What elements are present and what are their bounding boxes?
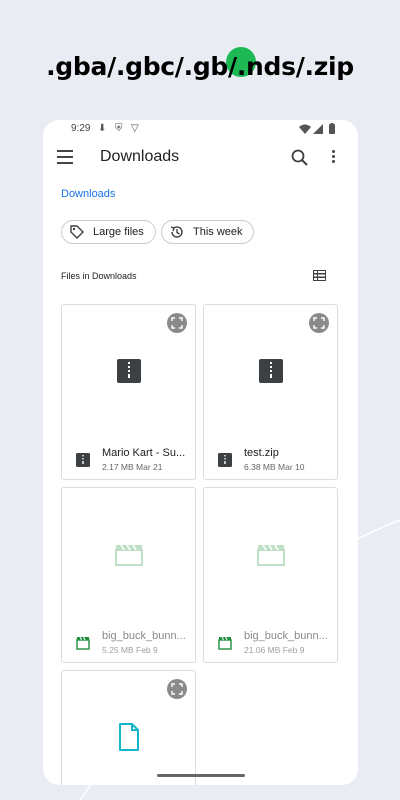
more-options-icon[interactable] (331, 150, 337, 166)
status-bar: 9:29 ⬇ ⛨ ▽ (43, 120, 358, 138)
breadcrumb[interactable]: Downloads (61, 188, 115, 200)
file-name: test.zip (244, 447, 279, 459)
video-file-icon (218, 636, 232, 650)
file-card[interactable]: test.zip 6.38 MB Mar 10 (203, 304, 338, 480)
shield-status-icon: ⛨ (115, 123, 123, 134)
expand-icon[interactable] (167, 679, 187, 699)
headline: .gba/.gbc/.gb/.nds/.zip (46, 52, 354, 81)
list-view-icon[interactable] (313, 270, 326, 281)
app-bar: Downloads (43, 138, 358, 178)
video-file-icon (114, 544, 143, 566)
video-file-icon (76, 636, 90, 650)
search-icon[interactable] (290, 148, 310, 168)
phone-screen: 9:29 ⬇ ⛨ ▽ Downloads Downloads Large fil… (43, 120, 358, 785)
home-indicator[interactable] (157, 774, 245, 777)
file-name: Mario Kart - Su... (102, 447, 186, 459)
file-meta: 6.38 MB Mar 10 (244, 462, 305, 472)
page-title: Downloads (100, 148, 180, 165)
chip-this-week[interactable]: This week (161, 220, 254, 244)
expand-icon[interactable] (309, 313, 329, 333)
file-card[interactable]: big_buck_bunn... 21.06 MB Feb 9 (203, 487, 338, 663)
tag-icon (70, 225, 84, 239)
video-file-icon (256, 544, 285, 566)
file-meta: 21.06 MB Feb 9 (244, 645, 305, 655)
section-title: Files in Downloads (61, 271, 137, 281)
zip-file-icon (258, 359, 283, 383)
zip-file-icon (116, 359, 141, 383)
zip-file-icon (218, 453, 232, 467)
file-meta: 2.17 MB Mar 21 (102, 462, 163, 472)
document-file-icon (118, 723, 139, 751)
file-card[interactable]: big_buck_bunn... 5.25 MB Feb 9 (61, 487, 196, 663)
brave-status-icon: ▽ (131, 123, 139, 134)
wifi-icon (299, 124, 311, 134)
chip-label: Large files (93, 226, 144, 238)
zip-file-icon (76, 453, 90, 467)
file-name: big_buck_bunn... (244, 630, 328, 642)
expand-icon[interactable] (167, 313, 187, 333)
chip-label: This week (193, 226, 243, 238)
battery-icon (329, 123, 335, 134)
menu-icon[interactable] (57, 150, 73, 164)
file-card[interactable] (61, 670, 196, 785)
status-time: 9:29 (71, 123, 91, 134)
file-name: big_buck_bunn... (102, 630, 186, 642)
download-status-icon: ⬇ (98, 123, 107, 134)
file-meta: 5.25 MB Feb 9 (102, 645, 158, 655)
history-icon (170, 226, 183, 238)
signal-icon (313, 124, 323, 134)
chip-large-files[interactable]: Large files (61, 220, 156, 244)
file-card[interactable]: Mario Kart - Su... 2.17 MB Mar 21 (61, 304, 196, 480)
